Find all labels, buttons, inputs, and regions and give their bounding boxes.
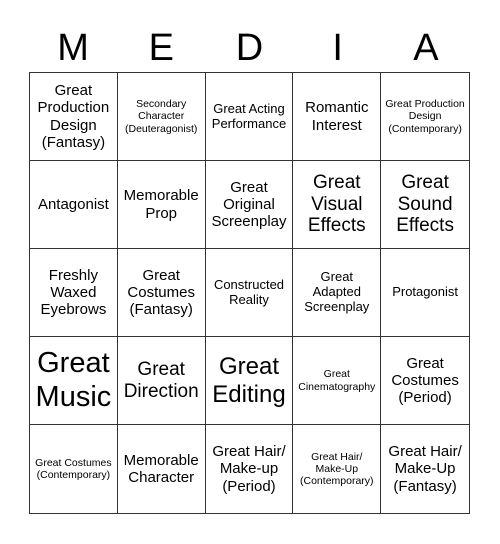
bingo-cell[interactable]: Secondary Character (Deuteragonist) xyxy=(117,73,206,161)
bingo-cell[interactable]: Memorable Prop xyxy=(117,161,206,249)
bingo-cell[interactable]: Freshly Waxed Eyebrows xyxy=(30,249,118,337)
bingo-cell[interactable]: Great Cinematography xyxy=(293,337,382,425)
bingo-cell[interactable]: Great Sound Effects xyxy=(381,161,469,249)
header-letter: M xyxy=(57,27,89,69)
bingo-cell[interactable]: Great Hair/ Make-up (Period) xyxy=(206,425,294,513)
bingo-grid: Great Production Design (Fantasy) Seconda… xyxy=(29,72,470,514)
bingo-cell[interactable]: Great Costumes (Period) xyxy=(381,337,469,425)
bingo-cell[interactable]: Great Production Design (Fantasy) xyxy=(30,73,118,161)
bingo-header: M E D I A xyxy=(29,24,470,72)
bingo-cell[interactable]: Great Hair/ Make-Up (Fantasy) xyxy=(381,425,469,513)
bingo-cell[interactable]: Romantic Interest xyxy=(293,73,382,161)
bingo-cell[interactable]: Antagonist xyxy=(30,161,118,249)
header-letter: A xyxy=(413,27,439,69)
bingo-cell[interactable]: Great Original Screenplay xyxy=(205,161,294,249)
bingo-cell[interactable]: Protagonist xyxy=(381,249,469,337)
bingo-cell[interactable]: Great Costumes (Fantasy) xyxy=(117,249,206,337)
bingo-cell[interactable]: Memorable Character xyxy=(118,425,206,513)
bingo-cell[interactable]: Great Adapted Screenplay xyxy=(293,249,382,337)
header-letter: I xyxy=(332,27,343,69)
bingo-cell[interactable]: Great Hair/ Make-Up (Contemporary) xyxy=(293,425,382,513)
bingo-cell[interactable]: Great Acting Performance xyxy=(205,73,294,161)
header-letter: D xyxy=(235,27,264,69)
header-letter: E xyxy=(148,27,174,69)
bingo-cell[interactable]: Constructed Reality xyxy=(205,249,294,337)
bingo-cell[interactable]: Great Editing xyxy=(205,337,294,425)
bingo-cell[interactable]: Great Visual Effects xyxy=(293,161,382,249)
bingo-cell[interactable]: Great Costumes (Contemporary) xyxy=(30,425,118,513)
bingo-cell[interactable]: Great Direction xyxy=(117,337,206,425)
bingo-cell[interactable]: Great Music xyxy=(30,337,118,425)
bingo-cell[interactable]: Great Production Design (Contemporary) xyxy=(381,73,469,161)
